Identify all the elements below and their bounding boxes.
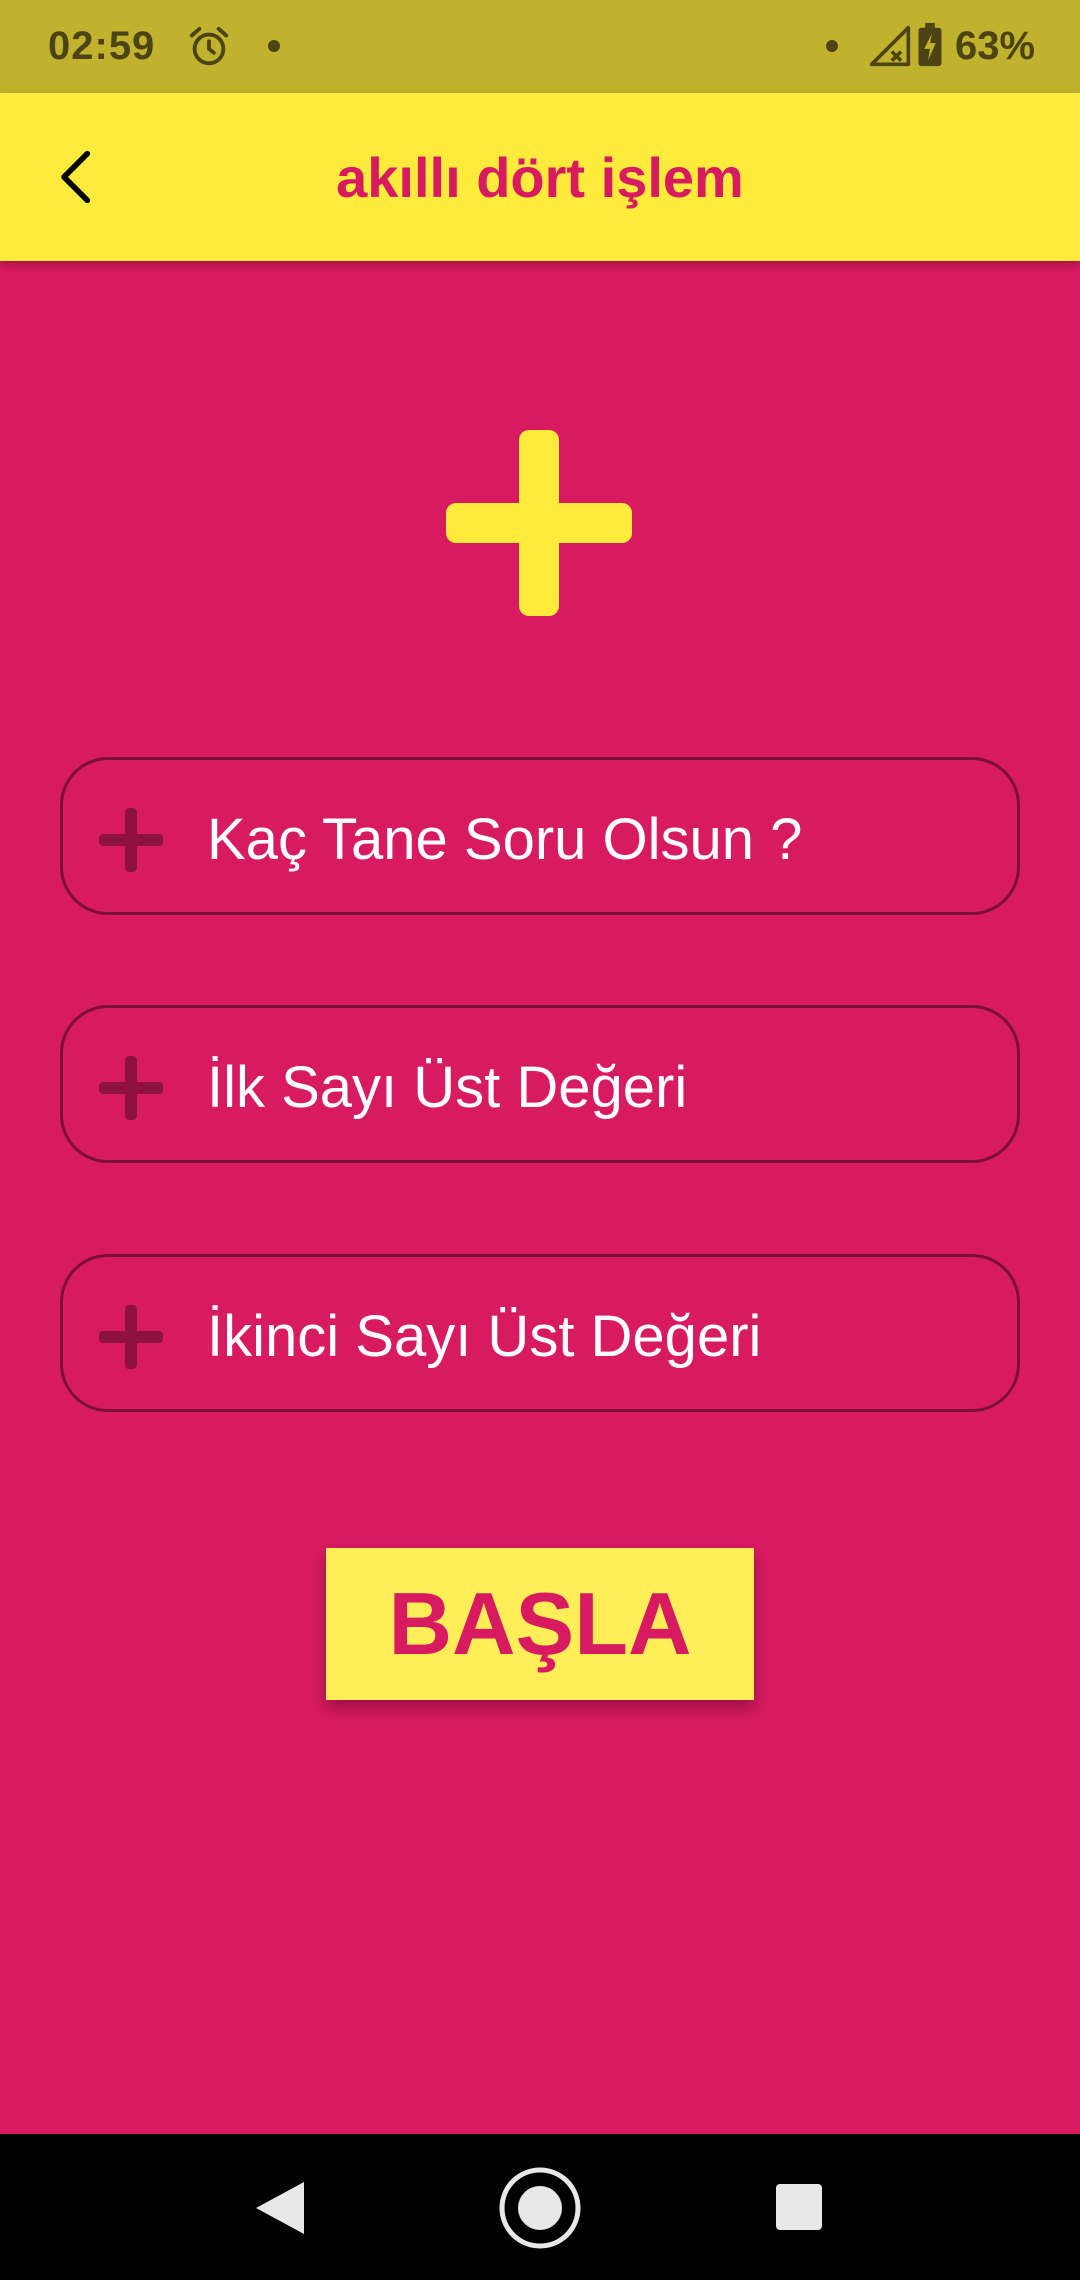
question-count-field[interactable]: Kaç Tane Soru Olsun ? <box>60 757 1020 915</box>
back-arrow-icon <box>61 150 91 204</box>
plus-icon <box>99 808 163 872</box>
system-nav-bar <box>0 2134 1080 2280</box>
signal-icon <box>869 25 911 67</box>
status-bar: 02:59 63% <box>0 0 1080 93</box>
notification-dot-icon <box>826 40 838 52</box>
first-number-max-label: İlk Sayı Üst Değeri <box>207 1054 688 1120</box>
plus-icon <box>446 430 632 616</box>
second-number-max-label: İkinci Sayı Üst Değeri <box>207 1303 762 1369</box>
status-time: 02:59 <box>48 24 156 68</box>
second-number-max-field[interactable]: İkinci Sayı Üst Değeri <box>60 1254 1020 1412</box>
nav-home-icon[interactable] <box>498 2166 582 2250</box>
app-bar: akıllı dört işlem <box>0 93 1080 261</box>
page-title: akıllı dört işlem <box>336 145 744 209</box>
battery-charging-icon <box>918 22 942 67</box>
first-number-max-field[interactable]: İlk Sayı Üst Değeri <box>60 1005 1020 1163</box>
start-button[interactable]: BAŞLA <box>326 1548 754 1700</box>
plus-icon <box>99 1056 163 1120</box>
plus-icon <box>99 1305 163 1369</box>
battery-percentage: 63% <box>955 24 1036 68</box>
nav-back-icon[interactable] <box>254 2180 306 2236</box>
alarm-icon <box>189 26 229 66</box>
back-button[interactable] <box>36 135 120 219</box>
nav-recents-icon[interactable] <box>776 2184 822 2230</box>
notification-dot-icon <box>268 40 280 52</box>
question-count-label: Kaç Tane Soru Olsun ? <box>207 806 803 872</box>
